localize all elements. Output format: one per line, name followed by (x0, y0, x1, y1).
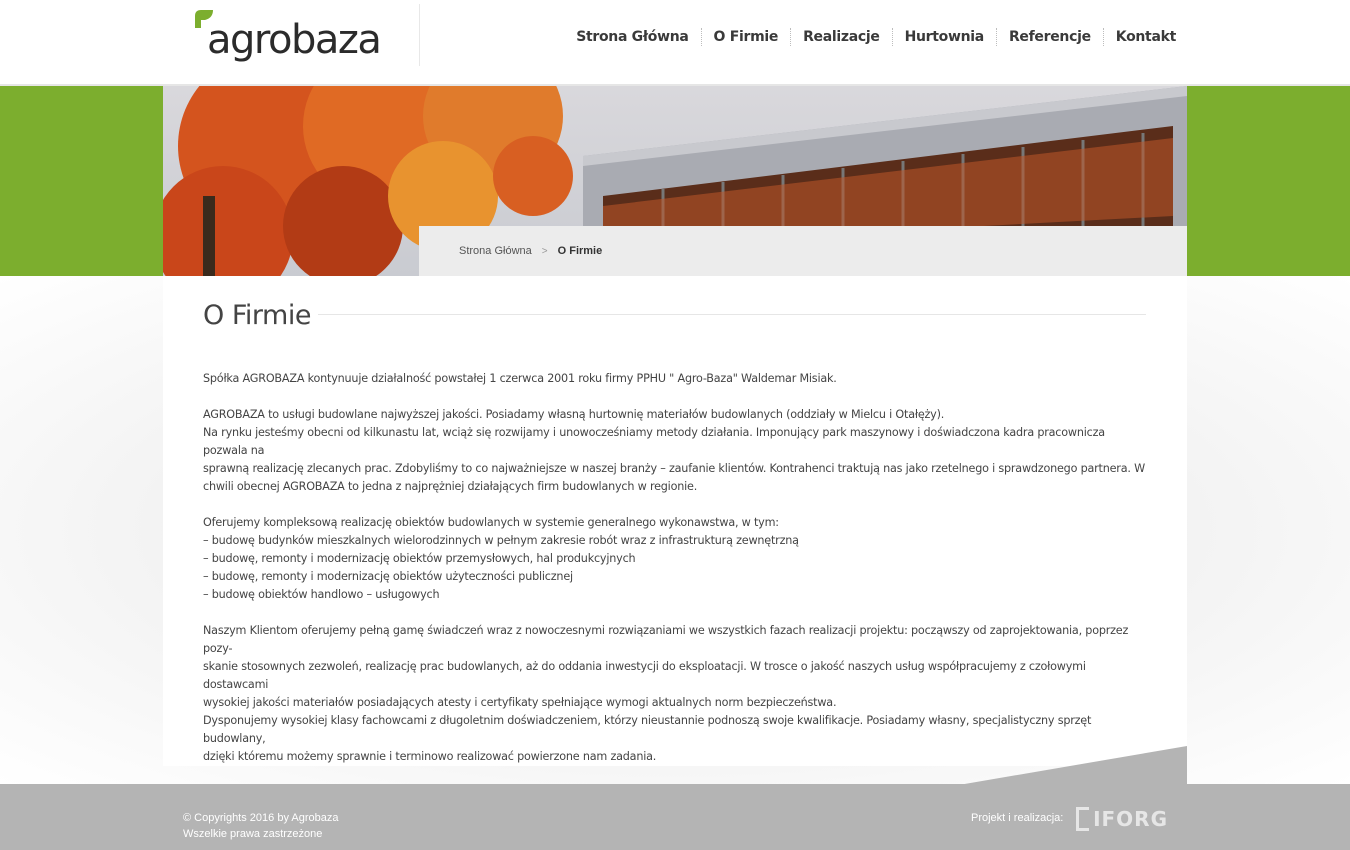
paragraph-clients: Naszym Klientom oferujemy pełną gamę świ… (203, 622, 1147, 766)
text-line: AGROBAZA to usługi budowlane najwyższej … (203, 408, 945, 421)
main-content: O Firmie Spółka AGROBAZA kontynuuje dzia… (163, 276, 1187, 766)
nav-item-home[interactable]: Strona Główna (564, 28, 700, 46)
site-footer: © Copyrights 2016 by Agrobaza Wszelkie p… (0, 784, 1350, 850)
list-item: – budowę obiektów handlowo – usługowych (203, 588, 440, 601)
breadcrumb-home[interactable]: Strona Główna (459, 245, 532, 257)
title-divider (318, 314, 1146, 315)
text-line: Oferujemy kompleksową realizację obiektó… (203, 516, 779, 529)
header-divider (419, 4, 420, 66)
agrobaza-logo[interactable]: agrobaza (193, 8, 382, 63)
nav-item-references[interactable]: Referencje (995, 28, 1103, 46)
list-item: – budowę, remonty i modernizację obiektó… (203, 570, 573, 583)
text-line: sprawną realizację zlecanych prac. Zdoby… (203, 462, 1145, 475)
iforg-logo[interactable]: IFORG (1076, 806, 1168, 832)
text-line: Naszym Klientom oferujemy pełną gamę świ… (203, 624, 1129, 655)
chevron-right-icon: > (541, 245, 548, 257)
paragraph-offer-list: Oferujemy kompleksową realizację obiektó… (203, 514, 1147, 604)
nav-item-contact[interactable]: Kontakt (1102, 28, 1176, 46)
list-item: – budowę, remonty i modernizację obiektó… (203, 552, 636, 565)
paragraph-intro: Spółka AGROBAZA kontynuuje działalność p… (203, 370, 1147, 388)
main-navigation: Strona Główna O Firmie Realizacje Hurtow… (564, 28, 1176, 46)
text-line: chwili obecnej AGROBAZA to jedna z najpr… (203, 480, 698, 493)
rights-text: Wszelkie prawa zastrzeżone (183, 828, 323, 840)
footer-copyright: © Copyrights 2016 by Agrobaza Wszelkie p… (183, 810, 338, 842)
nav-item-wholesale[interactable]: Hurtownia (891, 28, 996, 46)
text-line: Na rynku jesteśmy obecni od kilkunastu l… (203, 426, 1105, 457)
iforg-logo-text: IFORG (1093, 807, 1168, 831)
leaf-icon (195, 10, 213, 28)
article-body: Spółka AGROBAZA kontynuuje działalność p… (203, 370, 1147, 784)
nav-item-about[interactable]: O Firmie (700, 28, 791, 46)
page-title: O Firmie (203, 300, 311, 331)
text-line: Dysponujemy wysokiej klasy fachowcami z … (203, 714, 1092, 745)
copyright-text: © Copyrights 2016 by Agrobaza (183, 812, 339, 824)
text-line: wysokiej jakości materiałów posiadającyc… (203, 696, 837, 709)
list-item: – budowę budynków mieszkalnych wielorodz… (203, 534, 799, 547)
site-header: agrobaza Strona Główna O Firmie Realizac… (0, 0, 1350, 86)
iforg-mark-icon (1076, 807, 1090, 831)
breadcrumb: Strona Główna > O Firmie (419, 226, 1187, 276)
breadcrumb-current: O Firmie (557, 245, 603, 257)
nav-item-projects[interactable]: Realizacje (790, 28, 892, 46)
paragraph-services: AGROBAZA to usługi budowlane najwyższej … (203, 406, 1147, 496)
text-line: dzięki któremu możemy sprawnie i termino… (203, 750, 657, 763)
text-line: Spółka AGROBAZA kontynuuje działalność p… (203, 372, 837, 385)
logo-text: agrobaza (207, 17, 382, 63)
credit-label: Projekt i realizacja: (971, 812, 1064, 824)
text-line: skanie stosownych zezwoleń, realizację p… (203, 660, 1086, 691)
